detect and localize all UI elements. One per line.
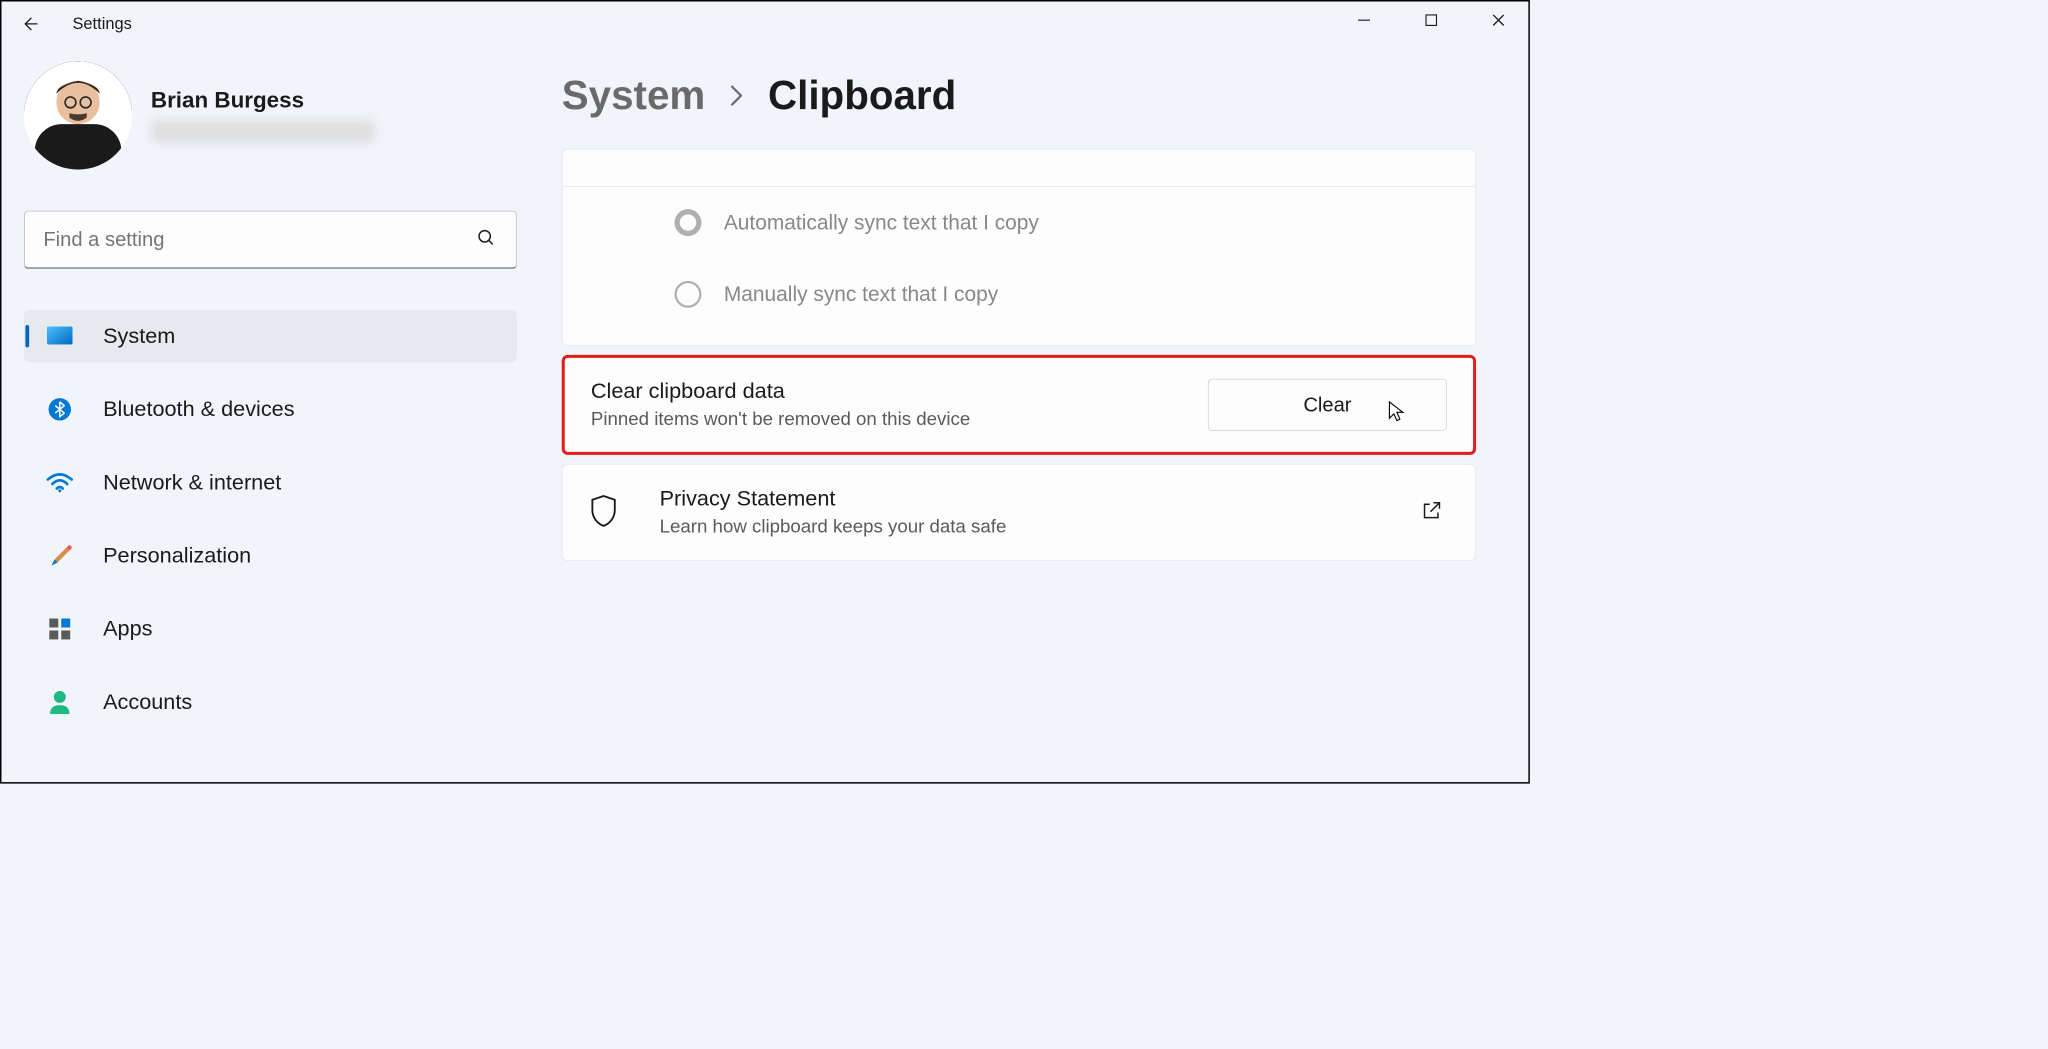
sidebar-item-accounts[interactable]: Accounts <box>24 676 517 728</box>
window-controls <box>1342 1 1521 38</box>
avatar <box>24 61 132 169</box>
search-container <box>24 211 517 269</box>
sync-auto-option[interactable]: Automatically sync text that I copy <box>562 187 1475 259</box>
clear-button-label: Clear <box>1303 393 1351 416</box>
radio-label: Manually sync text that I copy <box>724 282 998 306</box>
clear-title: Clear clipboard data <box>591 379 970 404</box>
person-icon <box>46 689 73 716</box>
sidebar-item-system[interactable]: System <box>24 310 517 362</box>
main-content: System Clipboard Automatically sync text… <box>562 61 1506 782</box>
breadcrumb: System Clipboard <box>562 72 1476 118</box>
sidebar-item-label: Network & internet <box>103 470 281 495</box>
app-title: Settings <box>72 14 131 33</box>
nav-list: System Bluetooth & devices Network & int… <box>24 310 517 728</box>
display-icon <box>46 323 73 350</box>
search-icon <box>477 228 496 251</box>
close-button[interactable] <box>1476 1 1521 38</box>
profile-name: Brian Burgess <box>151 88 517 113</box>
sidebar-item-personalization[interactable]: Personalization <box>24 530 517 582</box>
sync-options-card: Automatically sync text that I copy Manu… <box>562 149 1476 346</box>
radio-icon <box>675 281 702 308</box>
sidebar-item-label: Apps <box>103 617 152 642</box>
sidebar-item-bluetooth[interactable]: Bluetooth & devices <box>24 383 517 435</box>
privacy-statement-card[interactable]: Privacy Statement Learn how clipboard ke… <box>562 464 1476 561</box>
clear-subtitle: Pinned items won't be removed on this de… <box>591 409 970 431</box>
sidebar-item-label: Accounts <box>103 690 192 715</box>
privacy-title: Privacy Statement <box>660 487 1380 512</box>
sidebar: Brian Burgess System Bluetooth & devi <box>24 61 517 782</box>
shield-icon <box>589 493 619 531</box>
paintbrush-icon <box>46 542 73 569</box>
arrow-left-icon <box>21 13 42 34</box>
sync-manual-option[interactable]: Manually sync text that I copy <box>562 258 1475 345</box>
radio-icon <box>675 209 702 236</box>
sidebar-item-label: Bluetooth & devices <box>103 397 294 422</box>
radio-label: Automatically sync text that I copy <box>724 211 1039 235</box>
bluetooth-icon <box>46 396 73 423</box>
clear-button[interactable]: Clear <box>1208 379 1447 431</box>
card-divider <box>562 149 1475 186</box>
apps-icon <box>46 616 73 643</box>
sidebar-item-apps[interactable]: Apps <box>24 603 517 655</box>
minimize-icon <box>1357 13 1372 28</box>
maximize-button[interactable] <box>1409 1 1454 38</box>
clear-clipboard-card: Clear clipboard data Pinned items won't … <box>562 355 1476 455</box>
profile[interactable]: Brian Burgess <box>24 61 517 169</box>
cursor-icon <box>1387 400 1405 422</box>
external-link-icon <box>1421 500 1442 525</box>
titlebar: Settings <box>1 1 1528 46</box>
profile-email-blurred <box>151 119 375 143</box>
wifi-icon <box>46 469 73 496</box>
sidebar-item-label: Personalization <box>103 543 251 568</box>
sidebar-item-network[interactable]: Network & internet <box>24 456 517 508</box>
privacy-subtitle: Learn how clipboard keeps your data safe <box>660 516 1380 538</box>
search-input[interactable] <box>24 211 517 269</box>
maximize-icon <box>1425 13 1438 26</box>
close-icon <box>1491 13 1506 28</box>
breadcrumb-current: Clipboard <box>768 72 956 118</box>
back-button[interactable] <box>16 9 46 39</box>
sidebar-item-label: System <box>103 324 175 349</box>
breadcrumb-parent[interactable]: System <box>562 72 706 118</box>
minimize-button[interactable] <box>1342 1 1387 38</box>
chevron-right-icon <box>728 82 746 116</box>
